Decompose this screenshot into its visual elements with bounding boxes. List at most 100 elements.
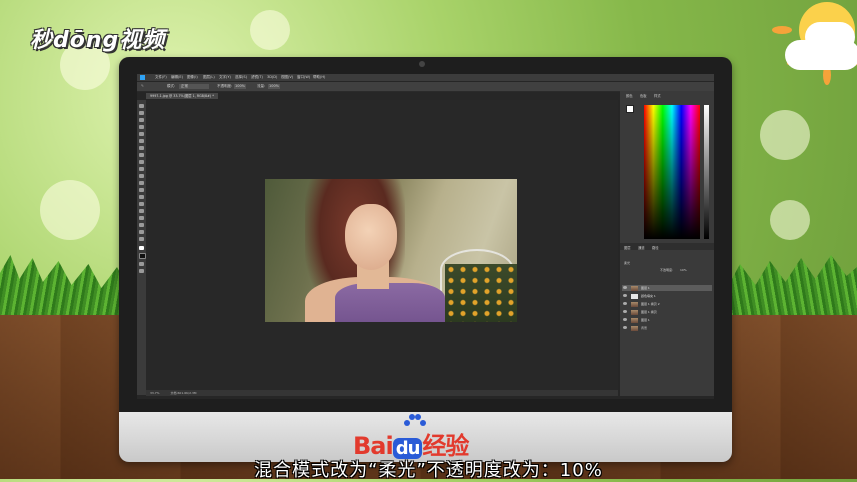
right-panels: 颜色 色板 样式 图层 通道 路径 柔光 不透明度: 10% 图层 1 颜色填充…	[620, 91, 714, 396]
brush-tool-icon[interactable]	[139, 153, 144, 157]
layer-row[interactable]: 图层 1 拷贝 2	[622, 301, 712, 307]
menu-window[interactable]: 窗口(W)	[297, 74, 310, 81]
lasso-tool-icon[interactable]	[139, 118, 144, 122]
menu-type[interactable]: 文字(Y)	[219, 74, 231, 81]
layer-row[interactable]: 颜色填充 1	[622, 293, 712, 299]
bokeh-light	[770, 200, 810, 240]
menu-bar: 文件(F) 编辑(E) 图像(I) 图层(L) 文字(Y) 选择(S) 滤镜(T…	[137, 74, 714, 81]
webcam	[419, 61, 425, 67]
tools-panel	[137, 100, 146, 395]
brush-tool-icon[interactable]: ✎	[141, 83, 144, 89]
monitor: 文件(F) 编辑(E) 图像(I) 图层(L) 文字(Y) 选择(S) 滤镜(T…	[119, 57, 732, 462]
eye-icon[interactable]	[623, 286, 627, 289]
background-color-icon[interactable]	[139, 253, 146, 259]
photoshop-window: 文件(F) 编辑(E) 图像(I) 图层(L) 文字(Y) 选择(S) 滤镜(T…	[137, 74, 714, 399]
eye-icon[interactable]	[623, 310, 627, 313]
layer-row[interactable]: 背景	[622, 325, 712, 331]
document-image[interactable]	[265, 179, 517, 322]
tab-paths[interactable]: 路径	[652, 245, 659, 250]
layer-row[interactable]: 图层 1 拷贝	[622, 309, 712, 315]
opacity-label: 不透明度:	[217, 84, 233, 88]
layer-thumbnail	[631, 301, 638, 307]
zoom-readout[interactable]: 33.7%	[150, 391, 160, 395]
eye-icon[interactable]	[623, 326, 627, 329]
menu-help[interactable]: 帮助(H)	[313, 74, 325, 81]
grass-left	[0, 255, 130, 315]
tab-color[interactable]: 颜色	[626, 93, 633, 98]
eye-icon[interactable]	[623, 294, 627, 297]
layer-opacity-label: 不透明度:	[660, 268, 674, 272]
flow-label: 流量:	[257, 84, 266, 88]
screen-mode-icon[interactable]	[139, 269, 144, 273]
menu-view[interactable]: 视图(V)	[281, 74, 293, 81]
image-face	[345, 204, 397, 270]
history-brush-tool-icon[interactable]	[139, 167, 144, 171]
layer-thumbnail	[631, 317, 638, 323]
layer-name: 图层 1 拷贝	[640, 310, 657, 314]
eyedropper-tool-icon[interactable]	[139, 139, 144, 143]
crop-tool-icon[interactable]	[139, 132, 144, 136]
menu-select[interactable]: 选择(S)	[235, 74, 247, 81]
mode-label: 模式:	[167, 84, 176, 88]
foreground-swatch[interactable]	[626, 105, 634, 113]
menu-edit[interactable]: 编辑(E)	[171, 74, 183, 81]
layer-thumbnail	[631, 285, 638, 291]
marquee-tool-icon[interactable]	[139, 111, 144, 115]
menu-3d[interactable]: 3D(D)	[267, 74, 277, 81]
opacity-value: 100%	[235, 84, 246, 88]
healing-tool-icon[interactable]	[139, 146, 144, 150]
flow-value: 100%	[269, 84, 280, 88]
tab-styles[interactable]: 样式	[654, 93, 661, 98]
gradient-tool-icon[interactable]	[139, 181, 144, 185]
photoshop-logo-icon	[140, 75, 145, 80]
image-purple-top	[335, 283, 445, 322]
pen-tool-icon[interactable]	[139, 202, 144, 206]
eye-icon[interactable]	[623, 318, 627, 321]
hand-tool-icon[interactable]	[139, 230, 144, 234]
color-spectrum[interactable]	[644, 105, 700, 239]
tab-layers[interactable]: 图层	[624, 245, 631, 250]
video-subtitle: 混合模式改为“柔光”不透明度改为：10%	[254, 460, 603, 481]
layer-thumbnail	[631, 325, 638, 331]
layer-name: 背景	[640, 326, 647, 330]
menu-layer[interactable]: 图层(L)	[203, 74, 215, 81]
layer-row[interactable]: 图层 1	[622, 285, 712, 291]
layer-thumbnail	[631, 309, 638, 315]
move-tool-icon[interactable]	[139, 104, 144, 108]
shape-tool-icon[interactable]	[139, 223, 144, 227]
color-slider[interactable]	[704, 105, 709, 239]
bokeh-light	[40, 180, 100, 240]
document-tab[interactable]: 9997-1.jpg @ 33.7%(图层 1, RGB/8#) *	[146, 93, 218, 99]
zoom-tool-icon[interactable]	[139, 237, 144, 241]
menu-image[interactable]: 图像(I)	[187, 74, 198, 81]
image-flowers	[445, 264, 517, 322]
layer-name: 图层 1	[640, 318, 650, 322]
quick-select-tool-icon[interactable]	[139, 125, 144, 129]
tab-channels[interactable]: 通道	[638, 245, 645, 250]
layer-thumbnail	[631, 293, 638, 299]
canvas-area[interactable]	[146, 100, 618, 390]
watermark-logo: 秒dōng视频	[30, 28, 166, 53]
menu-filter[interactable]: 滤镜(T)	[251, 74, 263, 81]
stamp-tool-icon[interactable]	[139, 160, 144, 164]
layer-name: 颜色填充 1	[640, 294, 656, 298]
eye-icon[interactable]	[623, 302, 627, 305]
grass-right	[727, 255, 857, 315]
bokeh-light	[760, 110, 810, 160]
path-select-tool-icon[interactable]	[139, 216, 144, 220]
eraser-tool-icon[interactable]	[139, 174, 144, 178]
tab-swatches[interactable]: 色板	[640, 93, 647, 98]
document-size: 文档:601.6K/2.3M	[170, 391, 197, 395]
layer-row[interactable]: 图层 1	[622, 317, 712, 323]
mode-value: 正常	[181, 84, 188, 88]
layer-opacity-value[interactable]: 10%	[680, 268, 687, 272]
type-tool-icon[interactable]	[139, 209, 144, 213]
layer-blend-mode[interactable]: 柔光	[624, 261, 630, 265]
bokeh-light	[250, 10, 290, 50]
quick-mask-icon[interactable]	[139, 262, 144, 266]
dodge-tool-icon[interactable]	[139, 195, 144, 199]
menu-file[interactable]: 文件(F)	[155, 74, 167, 81]
foreground-color-icon[interactable]	[139, 246, 144, 250]
status-bar: 33.7% 文档:601.6K/2.3M	[146, 390, 618, 396]
blur-tool-icon[interactable]	[139, 188, 144, 192]
